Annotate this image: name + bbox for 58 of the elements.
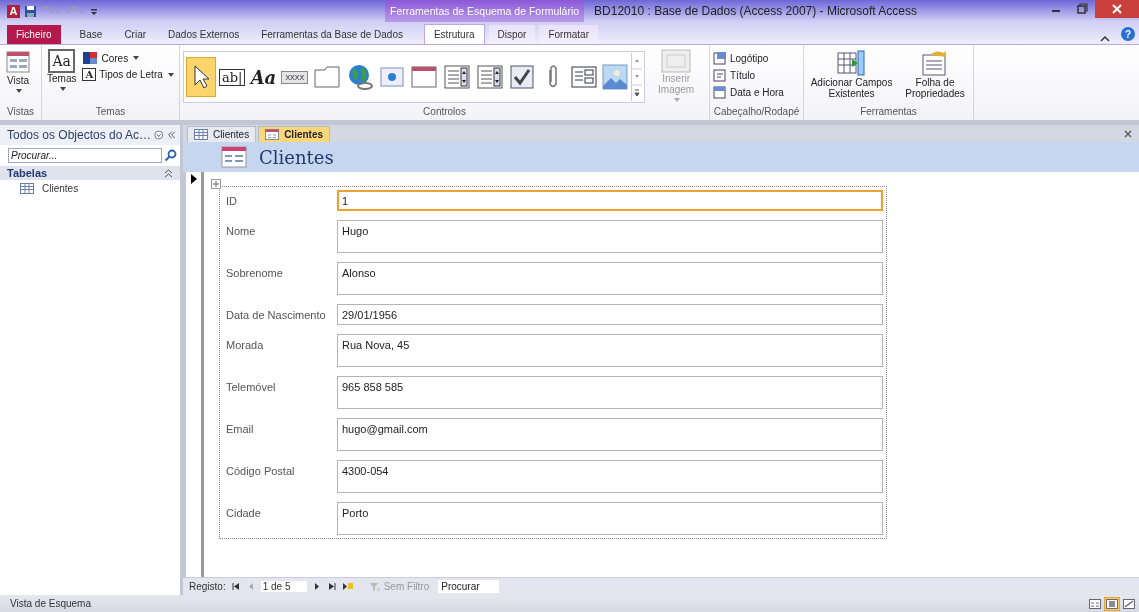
ribbon-tab[interactable]: Estrutura: [423, 24, 485, 44]
view-button[interactable]: Vista: [3, 49, 33, 93]
add-fields-button[interactable]: Adicionar Campos Existentes: [807, 49, 897, 99]
field-label: Morada: [226, 338, 265, 353]
document-tab[interactable]: Clientes: [258, 126, 331, 142]
field-label: Código Postal: [226, 464, 296, 479]
label-control-icon[interactable]: Aa: [248, 57, 279, 97]
text-field[interactable]: 1: [337, 190, 883, 211]
record-search-field[interactable]: Procurar: [438, 580, 500, 593]
field-label: Cidade: [226, 506, 262, 521]
ribbon-group-label: Cabeçalho/Rodapé: [712, 106, 801, 119]
field-label: Data de Nascimento: [226, 308, 327, 323]
ribbon-tab[interactable]: Ferramentas da Base de Dados: [252, 25, 412, 44]
ribbon-tab[interactable]: Base: [70, 25, 112, 44]
ribbon-group-label: Ferramentas: [859, 106, 918, 119]
field-label: Email: [226, 422, 255, 437]
fonts-button[interactable]: A Tipos de Letra: [82, 68, 174, 81]
property-sheet-button[interactable]: Folha de Propriedades: [900, 49, 970, 99]
field-label: Telemóvel: [226, 380, 277, 395]
search-field[interactable]: Procurar...: [8, 148, 162, 163]
text-field[interactable]: hugo@gmail.com: [337, 418, 883, 451]
ribbon-tab[interactable]: Ficheiro: [7, 25, 61, 44]
field-label: Sobrenome: [226, 266, 284, 281]
date-button[interactable]: Data e Hora: [713, 85, 784, 99]
colors-button[interactable]: Cores: [82, 51, 174, 65]
text-field[interactable]: 965 858 585: [337, 376, 883, 409]
access-logo-icon: A: [7, 4, 20, 18]
form-title: Clientes: [259, 146, 334, 168]
themes-icon: Aa: [48, 49, 75, 73]
record-number-field[interactable]: 1 de 5: [260, 581, 307, 592]
font-icon: A: [82, 68, 97, 81]
ribbon-tab[interactable]: Formatar: [539, 25, 598, 44]
ribbon-tab[interactable]: Dados Externos: [159, 25, 249, 44]
status-text: Vista de Esquema: [10, 598, 91, 609]
text-field[interactable]: Alonso: [337, 262, 883, 295]
ribbon-group-label: Temas: [94, 106, 127, 119]
logo-button[interactable]: Logótipo: [713, 51, 784, 65]
record-label: Registo:: [189, 581, 226, 592]
text-field[interactable]: Porto: [337, 502, 883, 535]
text-field[interactable]: 29/01/1956: [337, 304, 883, 325]
window-title: BD12010 : Base de Dados (Access 2007) - Microsoft Access: [593, 4, 918, 18]
document-tab[interactable]: Clientes: [187, 126, 257, 142]
text-field[interactable]: Rua Nova, 45: [337, 334, 883, 367]
nav-group-header[interactable]: Tabelas: [0, 166, 180, 180]
nav-item[interactable]: Clientes: [0, 180, 180, 196]
help-icon[interactable]: ?: [1121, 27, 1135, 41]
ribbon-tab[interactable]: Dispor: [488, 25, 536, 44]
title-button[interactable]: Título: [713, 68, 784, 82]
themes-button[interactable]: Aa Temas: [45, 49, 79, 91]
field-label: ID: [226, 194, 238, 209]
ribbon-tab[interactable]: Criar: [115, 25, 156, 44]
text-field[interactable]: 4300-054: [337, 460, 883, 493]
contextual-group-label: Ferramentas de Esquema de Formulário: [385, 0, 585, 22]
ribbon-group-label: Controlos: [422, 106, 467, 119]
ribbon-group-label: Vistas: [5, 106, 36, 119]
field-label: Nome: [226, 224, 257, 239]
text-field[interactable]: Hugo: [337, 220, 883, 253]
navigation-pane-title: Todos os Objectos do Ac…: [7, 128, 152, 142]
